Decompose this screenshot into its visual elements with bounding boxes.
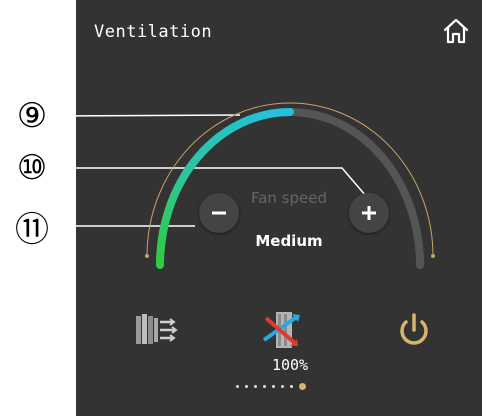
page-dot[interactable]	[290, 384, 293, 388]
page-dot[interactable]	[281, 384, 284, 388]
page-dot[interactable]	[236, 384, 239, 388]
callout-9: ⑨	[12, 96, 52, 136]
page-dot[interactable]	[263, 384, 266, 388]
gauge-outline-end-left	[145, 254, 149, 258]
power-button[interactable]	[394, 310, 434, 350]
page-dot-active[interactable]	[299, 382, 306, 390]
callout-line-9	[51, 114, 241, 117]
heat-exchange-button[interactable]	[258, 306, 306, 354]
fan-speed-value: Medium	[255, 232, 323, 250]
heat-exchange-icon	[262, 312, 300, 348]
page-dot[interactable]	[245, 384, 248, 388]
power-icon	[400, 313, 428, 345]
gauge-outline-end-right	[431, 254, 435, 258]
callout-11: ⑪	[12, 206, 52, 250]
minus-icon	[212, 211, 226, 215]
fan-speed-label: Fan speed	[250, 189, 328, 207]
callout-10: ⑩	[12, 148, 52, 188]
ventilation-mode-button[interactable]	[130, 308, 178, 352]
page-dot[interactable]	[272, 384, 275, 388]
heat-exchange-percent: 100%	[271, 356, 309, 374]
ventilation-icon	[136, 314, 178, 344]
page-indicator	[236, 380, 306, 392]
plus-icon	[362, 206, 376, 220]
decrease-speed-button[interactable]	[199, 193, 239, 233]
fan-speed-gauge	[51, 102, 435, 269]
increase-speed-button[interactable]	[349, 193, 389, 233]
page-dot[interactable]	[254, 384, 257, 388]
